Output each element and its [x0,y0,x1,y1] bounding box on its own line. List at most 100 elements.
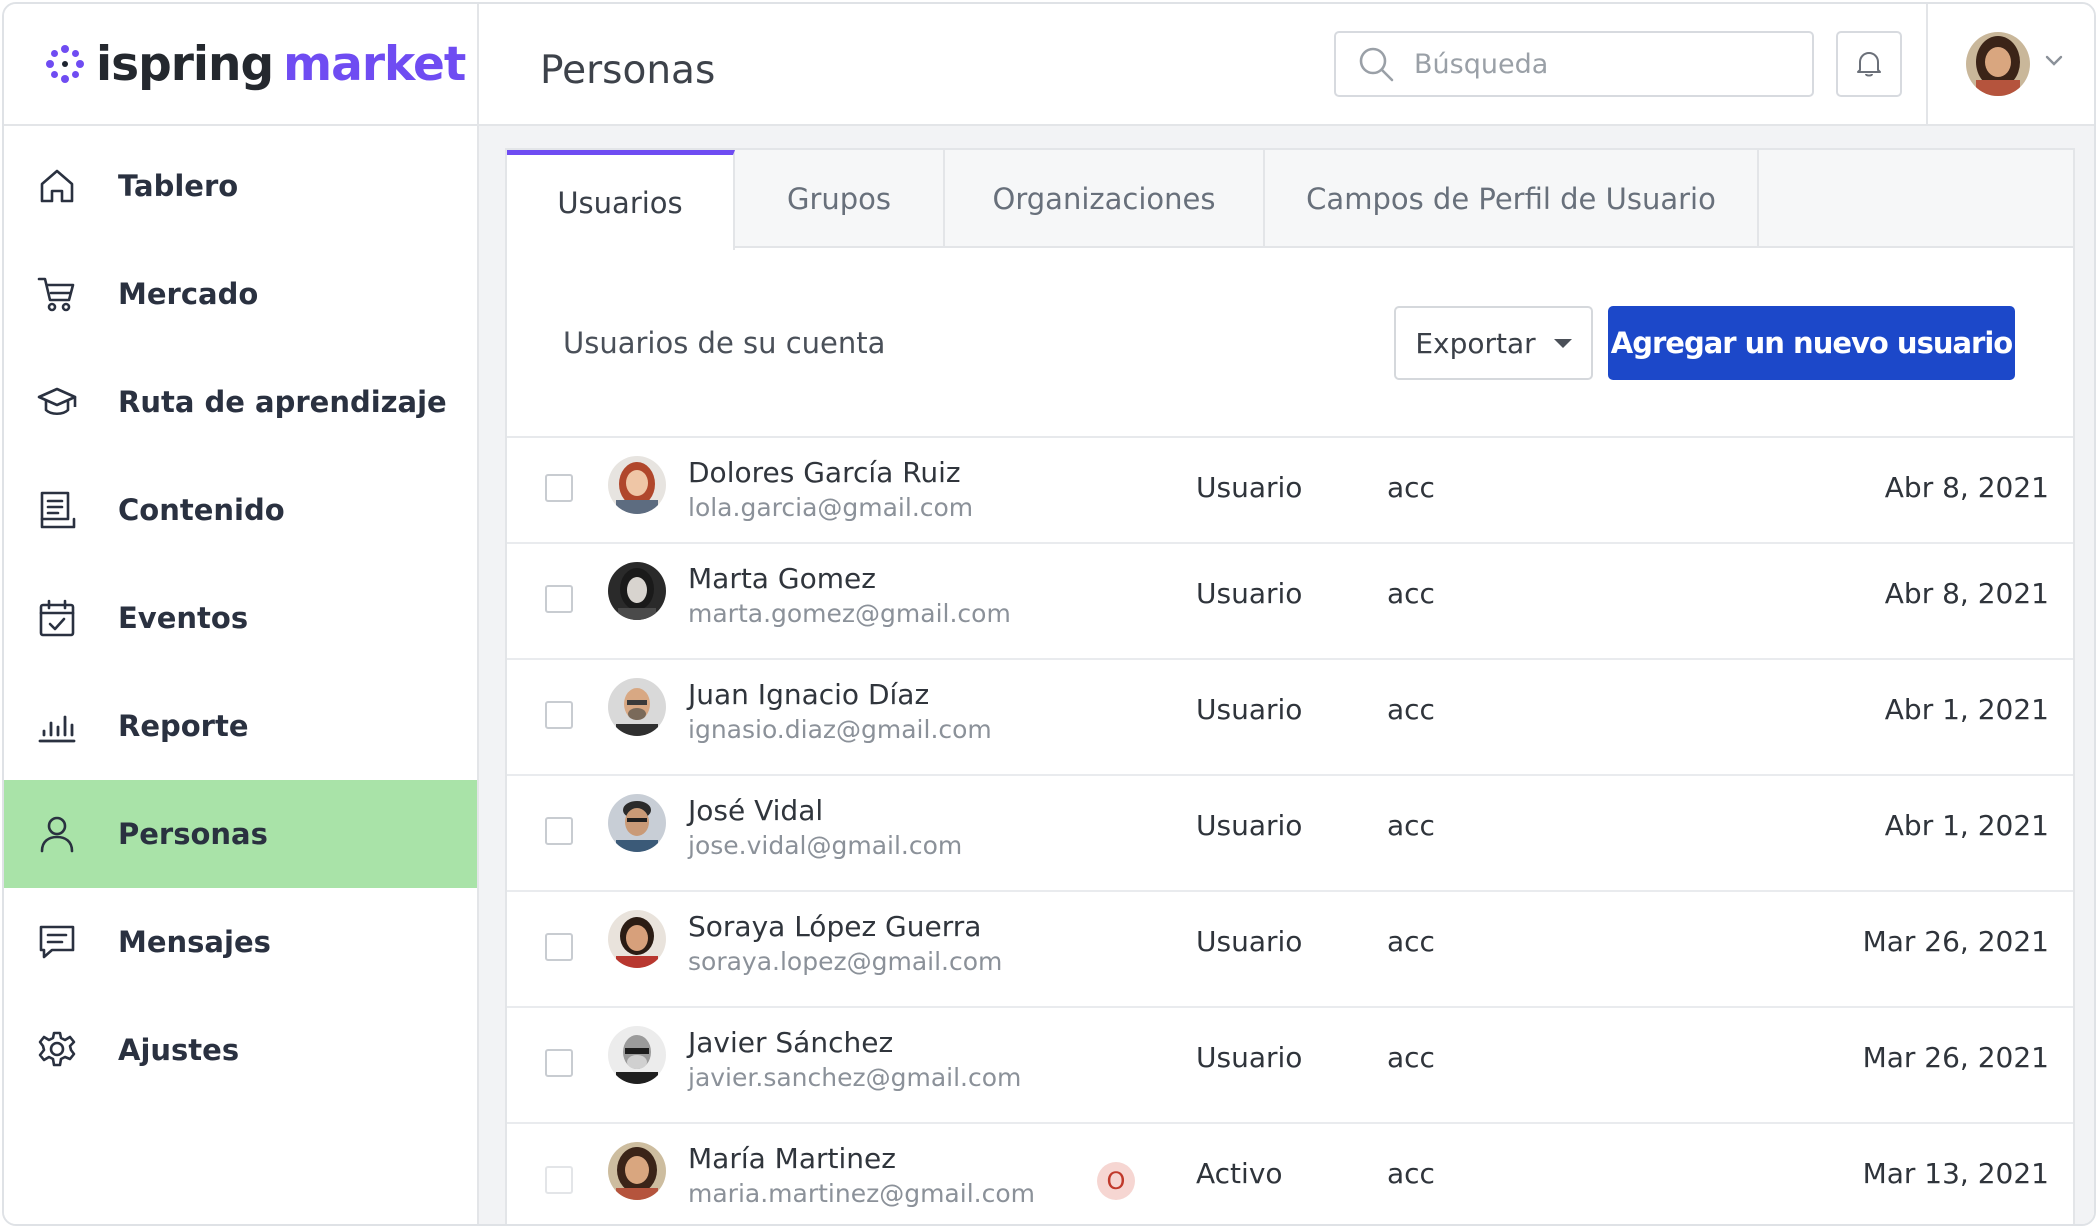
users-toolbar: Usuarios de su cuenta Exportar Agregar u… [507,248,2073,438]
user-role: Usuario [1196,1041,1303,1074]
user-date: Abr 8, 2021 [1884,577,2049,610]
user-role: Usuario [1196,471,1303,504]
user-name[interactable]: Dolores García Ruiz [688,456,961,489]
gear-icon [36,1029,78,1071]
user-email: ignasio.diaz@gmail.com [688,715,992,744]
table-row[interactable]: Soraya López Guerra soraya.lopez@gmail.c… [507,892,2073,1008]
sidebar-item-label: Reporte [118,709,249,743]
logo-text-market: market [283,36,466,92]
logo[interactable]: ispring market [4,4,477,126]
calendar-icon [36,597,78,639]
user-email: javier.sanchez@gmail.com [688,1063,1022,1092]
sidebar-item-reporte[interactable]: Reporte [4,672,477,780]
user-status: Activo [1196,1157,1283,1190]
tab-grupos[interactable]: Grupos [735,150,945,248]
chevron-down-icon[interactable] [2044,54,2064,68]
user-avatar [608,678,666,736]
sidebar-item-label: Ajustes [118,1033,240,1067]
user-email: marta.gomez@gmail.com [688,599,1011,628]
cart-icon [36,273,78,315]
user-name[interactable]: Javier Sánchez [688,1026,893,1059]
person-icon [36,813,78,855]
user-date: Abr 8, 2021 [1884,471,2049,504]
search-input[interactable] [1414,48,1794,80]
row-checkbox[interactable] [545,932,573,961]
user-account: acc [1387,925,1435,958]
status-badge: O [1097,1162,1135,1200]
users-panel: Usuarios Grupos Organizaciones Campos de… [505,148,2075,1224]
table-row[interactable]: Juan Ignacio Díaz ignasio.diaz@gmail.com… [507,660,2073,776]
export-label: Exportar [1415,326,1536,360]
user-date: Abr 1, 2021 [1884,693,2049,726]
graduation-cap-icon [36,381,78,423]
user-role: Usuario [1196,925,1303,958]
user-avatar [608,794,666,852]
user-name[interactable]: José Vidal [688,794,823,827]
sidebar-item-ruta[interactable]: Ruta de aprendizaje [4,348,477,456]
user-email: maria.martinez@gmail.com [688,1179,1035,1208]
export-dropdown-button[interactable]: Exportar [1394,306,1593,380]
main-content: Usuarios Grupos Organizaciones Campos de… [479,126,2094,1224]
user-role: Usuario [1196,577,1303,610]
app-window: ispring market Tablero Mercado Ruta de a… [2,2,2096,1226]
user-name[interactable]: Juan Ignacio Díaz [688,678,929,711]
message-icon [36,921,78,963]
sidebar-item-label: Personas [118,817,268,851]
user-name[interactable]: Marta Gomez [688,562,876,595]
sidebar-item-eventos[interactable]: Eventos [4,564,477,672]
section-subtitle: Usuarios de su cuenta [563,326,886,360]
row-checkbox[interactable] [545,584,573,613]
search-icon [1359,47,1394,82]
sidebar-item-label: Eventos [118,601,249,635]
bell-icon [1857,52,1881,77]
document-icon [36,489,78,531]
top-header: Personas [479,4,2094,126]
home-icon [36,165,78,207]
user-account: acc [1387,1041,1435,1074]
tab-organizaciones[interactable]: Organizaciones [945,150,1265,248]
user-role: Usuario [1196,809,1303,842]
user-avatar [608,456,666,514]
table-row[interactable]: Dolores García Ruiz lola.garcia@gmail.co… [507,438,2073,544]
sidebar-item-personas[interactable]: Personas [4,780,477,888]
row-checkbox[interactable] [545,1048,573,1077]
user-date: Mar 13, 2021 [1862,1157,2049,1190]
table-row[interactable]: José Vidal jose.vidal@gmail.com Usuario … [507,776,2073,892]
table-row[interactable]: María Martinez maria.martinez@gmail.com … [507,1124,2073,1224]
row-checkbox[interactable] [545,1165,573,1194]
tab-bar-filler [1759,150,2073,246]
user-email: jose.vidal@gmail.com [688,831,963,860]
sidebar-item-label: Ruta de aprendizaje [118,385,447,419]
user-avatar[interactable] [1966,32,2030,96]
user-name[interactable]: María Martinez [688,1142,896,1175]
user-name[interactable]: Soraya López Guerra [688,910,981,943]
row-checkbox[interactable] [545,816,573,845]
sidebar-item-label: Mercado [118,277,259,311]
tab-bar: Usuarios Grupos Organizaciones Campos de… [507,150,2073,250]
sidebar-nav: Tablero Mercado Ruta de aprendizaje Cont… [4,132,477,1104]
user-account: acc [1387,693,1435,726]
tab-usuarios[interactable]: Usuarios [507,150,735,250]
row-checkbox[interactable] [545,700,573,729]
table-row[interactable]: Javier Sánchez javier.sanchez@gmail.com … [507,1008,2073,1124]
header-divider [1926,4,1928,124]
user-account: acc [1387,809,1435,842]
user-avatar [608,562,666,620]
search-box[interactable] [1334,31,1814,97]
sidebar-item-tablero[interactable]: Tablero [4,132,477,240]
sidebar-item-mercado[interactable]: Mercado [4,240,477,348]
add-user-button[interactable]: Agregar un nuevo usuario [1608,306,2015,380]
user-avatar [608,1142,666,1200]
sidebar-item-label: Tablero [118,169,239,203]
user-avatar [608,910,666,968]
sidebar-item-mensajes[interactable]: Mensajes [4,888,477,996]
table-row[interactable]: Marta Gomez marta.gomez@gmail.com Usuari… [507,544,2073,660]
row-checkbox[interactable] [545,473,573,502]
sidebar-item-label: Contenido [118,493,285,527]
sidebar-item-ajustes[interactable]: Ajustes [4,996,477,1104]
sidebar-item-contenido[interactable]: Contenido [4,456,477,564]
logo-asterisk-icon [46,45,84,83]
caret-down-icon [1553,338,1572,348]
tab-campos-perfil[interactable]: Campos de Perfil de Usuario [1265,150,1759,248]
notifications-button[interactable] [1836,31,1902,97]
